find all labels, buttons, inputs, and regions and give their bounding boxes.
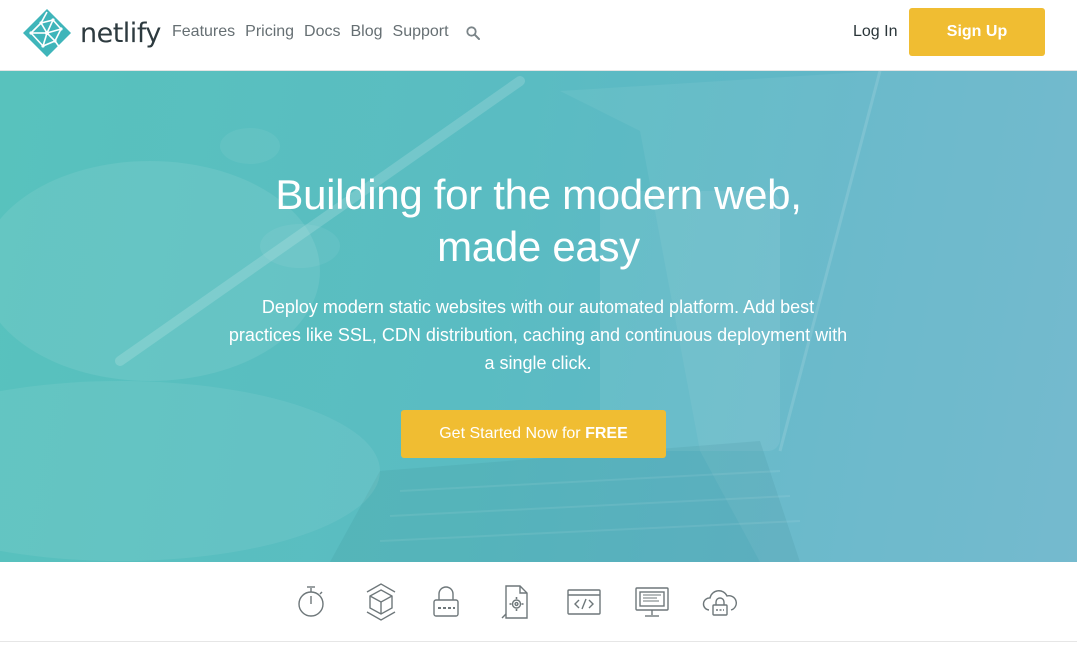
nav-item-features[interactable]: Features <box>172 22 235 42</box>
nav-item-blog[interactable]: Blog <box>351 22 383 42</box>
lock-icon[interactable] <box>426 582 466 622</box>
brand-name: netlify <box>80 17 161 49</box>
login-link[interactable]: Log In <box>853 22 897 42</box>
nav-item-pricing[interactable]: Pricing <box>245 22 294 42</box>
site-header: netlify Features Pricing Docs Blog Suppo… <box>0 0 1077 71</box>
code-window-icon[interactable] <box>564 582 604 622</box>
hero-title: Building for the modern web, made easy <box>0 169 1077 273</box>
netlify-logo-icon <box>23 9 71 57</box>
hero-subtitle: Deploy modern static websites with our a… <box>228 297 848 373</box>
hero-title-line-1: Building for the modern web, <box>275 171 802 218</box>
cta-label-strong: FREE <box>585 425 628 442</box>
main-nav: Features Pricing Docs Blog Support <box>172 22 481 42</box>
file-gear-icon[interactable] <box>496 582 536 622</box>
stopwatch-icon[interactable] <box>291 582 331 622</box>
nav-item-docs[interactable]: Docs <box>304 22 340 42</box>
cube-icon[interactable] <box>361 582 401 622</box>
cloud-lock-icon[interactable] <box>700 582 740 622</box>
monitor-icon[interactable] <box>632 582 672 622</box>
cta-label: Get Started Now for <box>439 425 586 442</box>
netlify-logo[interactable]: netlify <box>22 8 161 58</box>
nav-item-support[interactable]: Support <box>393 22 449 42</box>
get-started-button[interactable]: Get Started Now for FREE <box>401 410 666 458</box>
hero-title-line-2: made easy <box>437 223 640 270</box>
signup-button[interactable]: Sign Up <box>909 8 1045 56</box>
features-strip <box>0 562 1077 642</box>
hero-section: Building for the modern web, made easy D… <box>0 71 1077 562</box>
search-icon[interactable] <box>465 25 481 41</box>
